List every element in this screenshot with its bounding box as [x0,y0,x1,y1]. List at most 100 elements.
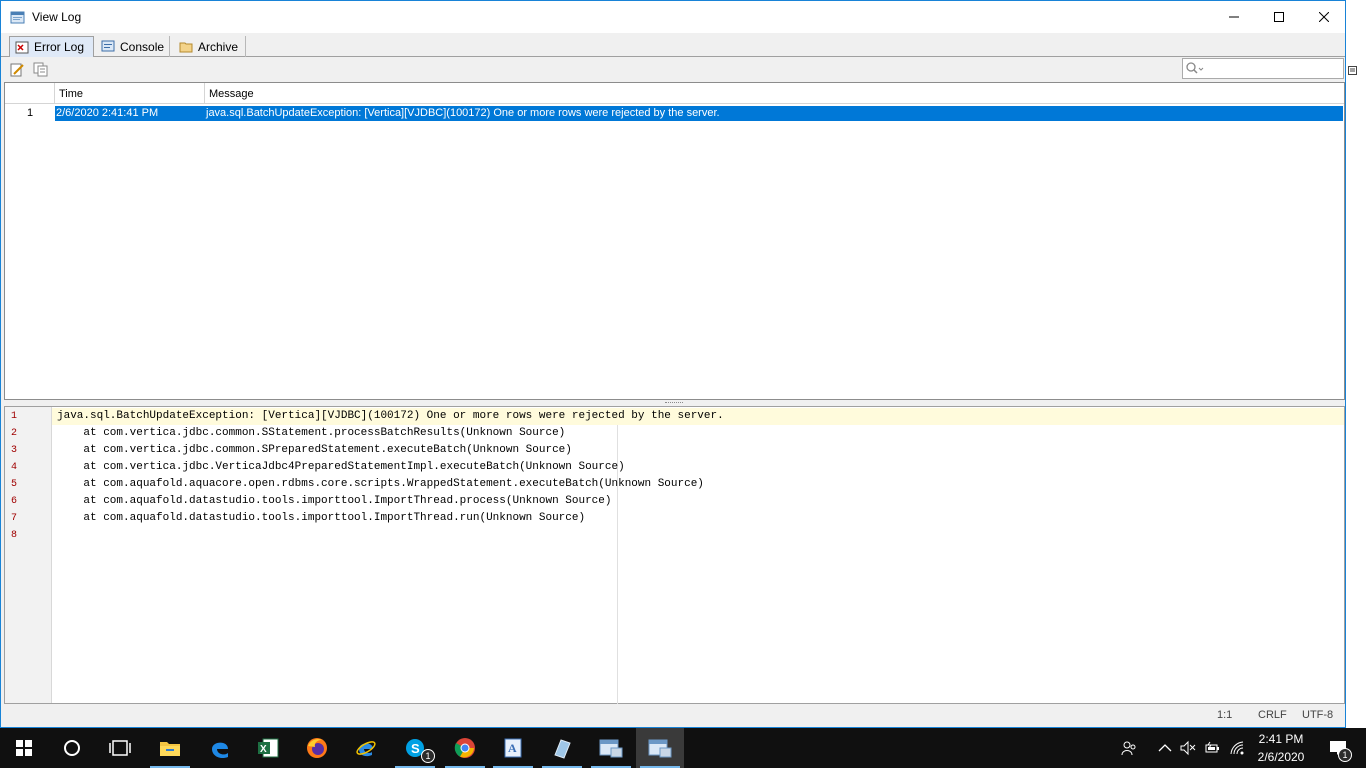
clock-time: 2:41 PM [1258,732,1304,746]
minimize-button[interactable] [1211,1,1257,33]
volume-muted-icon[interactable] [1180,740,1196,756]
row-message: java.sql.BatchUpdateException: [Vertica]… [206,107,720,119]
svg-text:X: X [260,744,267,755]
row-number: 1 [26,107,34,119]
close-button[interactable] [1301,1,1347,33]
tab-bar: Error Log Console Archive [1,33,1345,57]
task-view-icon [109,740,131,756]
firefox-icon [307,738,327,758]
maximize-icon [1274,12,1284,22]
line-number: 6 [11,496,18,507]
cursor-position: 1:1 [1217,709,1233,721]
notification-badge: 1 [1338,748,1352,762]
cortana-icon [64,740,80,756]
background-window-edge [1347,0,1366,728]
error-log-table: Time Message 1 2/6/2020 2:41:41 PM java.… [4,82,1345,400]
tab-console[interactable]: Console [96,36,170,57]
datastudio-icon [599,739,623,758]
taskbar-clock[interactable]: 2:41 PM 2/6/2020 [1252,730,1310,766]
taskbar-internet-explorer[interactable] [342,728,390,768]
tab-console-label: Console [120,39,165,54]
code-line[interactable]: java.sql.BatchUpdateException: [Vertica]… [57,408,724,425]
tab-error-log-label: Error Log [34,40,85,54]
line-number: 7 [11,513,18,524]
internet-explorer-icon [356,741,376,757]
action-center-button[interactable]: 1 [1318,728,1358,768]
wordpad-icon: A [504,738,522,758]
wifi-icon[interactable] [1229,740,1245,756]
column-header-message[interactable]: Message [204,83,1344,104]
code-line[interactable]: at com.vertica.jdbc.VerticaJdbc4Prepared… [57,459,624,476]
title-bar[interactable]: View Log [1,1,1345,33]
line-number: 8 [11,530,18,541]
code-line[interactable]: at com.aquafold.aquacore.open.rdbms.core… [57,476,704,493]
file-explorer-icon [160,742,180,756]
line-number: 3 [11,445,18,456]
taskbar-datastudio-window[interactable] [636,728,684,768]
line-ending: CRLF [1258,709,1287,721]
datastudio-window-icon [648,739,672,758]
edit-icon [10,63,24,77]
stack-trace-editor[interactable]: 1 java.sql.BatchUpdateException: [Vertica… [4,406,1345,704]
chrome-icon [454,738,475,758]
line-number: 5 [11,479,18,490]
splitter-handle[interactable] [665,402,683,405]
code-line[interactable]: at com.aquafold.datastudio.tools.importt… [57,493,611,510]
clock-date: 2/6/2020 [1257,750,1305,764]
encoding: UTF-8 [1302,709,1334,721]
taskbar-datastudio[interactable] [587,728,635,768]
excel-icon: X [258,738,279,758]
code-line[interactable]: at com.vertica.jdbc.common.SStatement.pr… [57,425,565,442]
tab-archive-label: Archive [198,39,239,54]
toolbar [1,58,1345,80]
view-log-app-icon [10,10,26,24]
taskbar-wordpad[interactable]: A [489,728,537,768]
search-icon [1186,62,1204,74]
table-row[interactable]: 1 2/6/2020 2:41:41 PM java.sql.BatchUpda… [5,106,1344,121]
taskbar-edge[interactable] [196,728,244,768]
edit-button[interactable] [9,62,25,77]
start-icon [16,740,32,756]
task-view-button[interactable] [96,728,144,768]
taskbar-skype[interactable]: S 1 [391,728,439,768]
svg-text:S: S [411,741,420,756]
taskbar-chrome[interactable] [441,728,489,768]
cortana-button[interactable] [48,728,96,768]
row-time: 2/6/2020 2:41:41 PM [56,107,159,119]
edge-icon [212,742,228,759]
start-button[interactable] [0,728,48,768]
view-log-window: View Log Error Log Console Archive Time … [0,0,1346,728]
taskbar: X S 1 A 2:41 PM 2/6/2020 1 [0,728,1366,768]
line-number: 4 [11,462,18,473]
folder-icon [179,40,194,53]
people-icon[interactable] [1121,740,1137,756]
close-icon [1319,12,1329,22]
column-header-time[interactable]: Time [54,83,204,104]
tab-archive[interactable]: Archive [174,36,246,57]
copy-button[interactable] [33,62,49,77]
window-title: View Log [32,10,82,24]
taskbar-file-explorer[interactable] [146,728,194,768]
battery-icon[interactable] [1204,740,1220,756]
svg-text:A: A [508,741,517,755]
taskbar-excel[interactable]: X [244,728,292,768]
selected-row[interactable]: 2/6/2020 2:41:41 PM java.sql.BatchUpdate… [55,106,1343,121]
code-line[interactable]: at com.aquafold.datastudio.tools.importt… [57,510,585,527]
table-header: Time Message [5,83,1344,104]
taskbar-app[interactable] [538,728,586,768]
error-log-icon [15,41,30,54]
tab-error-log[interactable]: Error Log [9,36,94,57]
search-input[interactable] [1182,58,1344,79]
minimize-icon [1229,16,1239,18]
code-line[interactable]: at com.vertica.jdbc.common.SPreparedStat… [57,442,572,459]
status-bar: 1:1 CRLF UTF-8 [4,705,1345,725]
skype-badge: 1 [421,749,435,763]
copy-icon [33,62,48,77]
console-icon [101,40,116,53]
maximize-button[interactable] [1256,1,1302,33]
chevron-up-icon[interactable] [1157,740,1173,756]
taskbar-firefox[interactable] [293,728,341,768]
line-number: 1 [11,411,18,422]
line-number: 2 [11,428,18,439]
app-icon [554,739,571,759]
